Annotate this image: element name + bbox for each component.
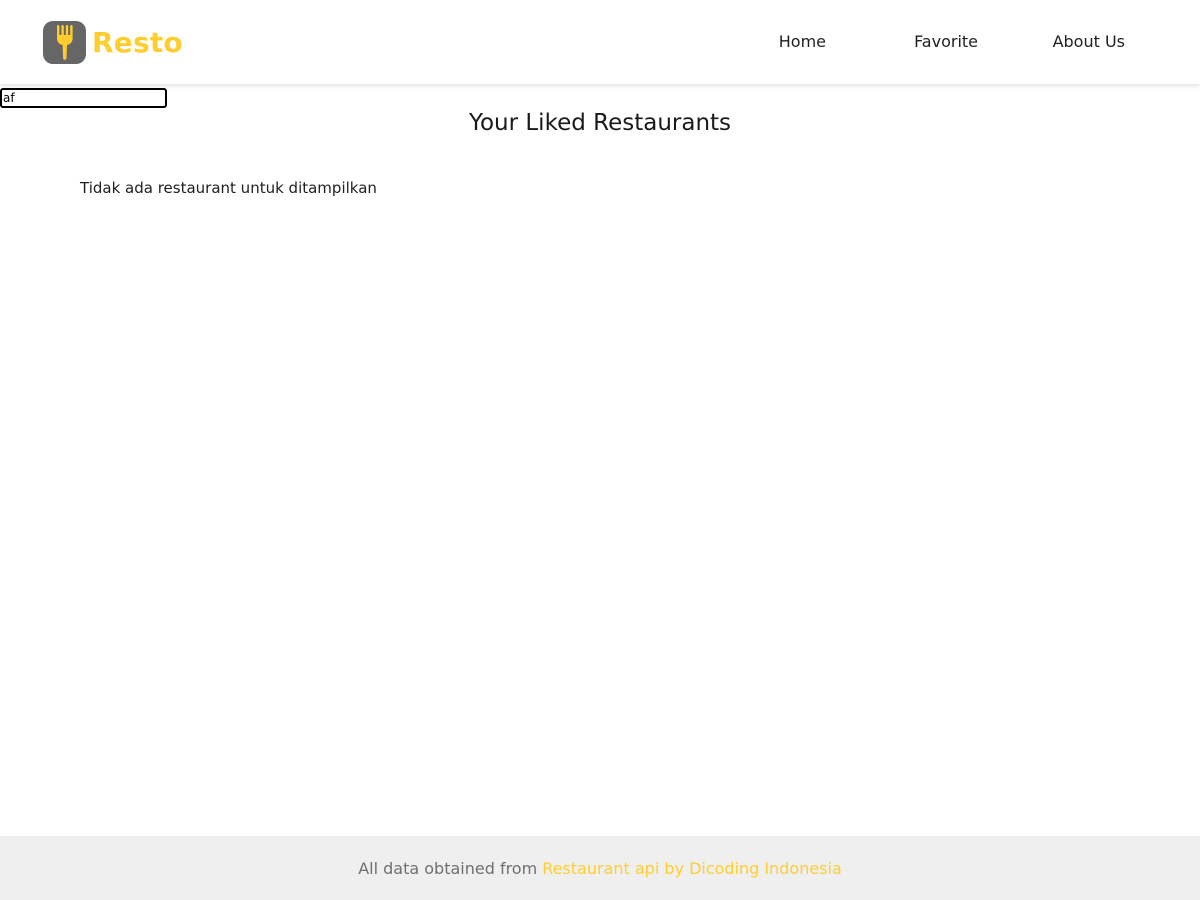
nav-favorite-link[interactable]: Favorite <box>914 32 978 51</box>
brand-name: Resto <box>92 25 183 59</box>
page-title: Your Liked Restaurants <box>468 110 732 136</box>
brand-logo-link[interactable]: Resto <box>43 20 183 64</box>
text-input[interactable] <box>0 88 167 108</box>
app-footer: All data obtained from Restaurant api by… <box>0 836 1200 900</box>
nav-home-link[interactable]: Home <box>779 32 826 51</box>
app-header: Resto Home Favorite About Us <box>0 0 1200 84</box>
empty-state-message: Tidak ada restaurant untuk ditampilkan <box>80 179 377 197</box>
footer-api-link[interactable]: Restaurant api by Dicoding Indonesia <box>542 859 842 878</box>
fork-icon <box>43 20 86 64</box>
nav-about-link[interactable]: About Us <box>1053 32 1125 51</box>
page: Resto Home Favorite About Us Your Liked … <box>0 0 1200 900</box>
footer-text: All data obtained from <box>358 858 538 878</box>
